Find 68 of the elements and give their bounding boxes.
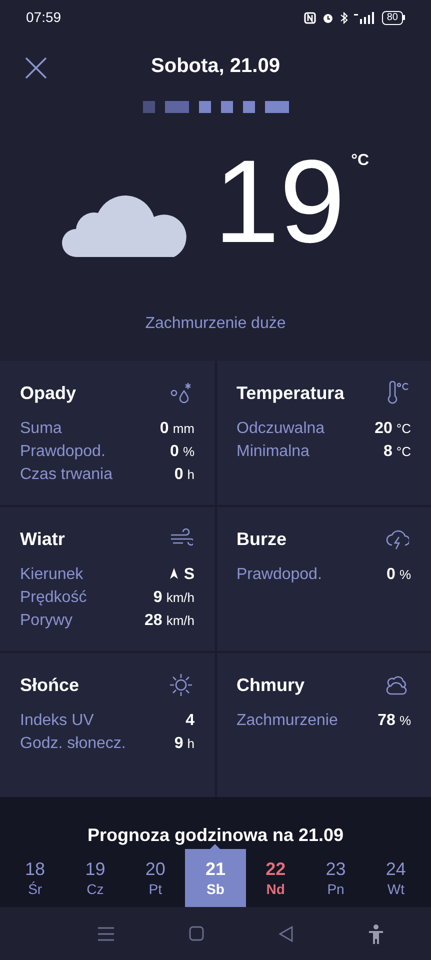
hourly-title: Prognoza godzinowa na 21.09 — [87, 825, 344, 846]
stat-value: 9 — [153, 588, 162, 608]
stat-unit: % — [399, 566, 411, 584]
stat-label: Minimalna — [236, 442, 310, 462]
day-tab[interactable]: 23 Pn — [306, 849, 366, 908]
panel-title: Temperatura — [236, 382, 344, 405]
stat-unit: °C — [396, 443, 411, 462]
stat-value: 8 — [384, 442, 392, 462]
stat-unit: h — [187, 735, 194, 754]
panel-title: Słońce — [20, 674, 80, 697]
day-tab[interactable]: 22 Nd — [246, 849, 306, 908]
stat-value: 0 — [170, 442, 179, 462]
stat-value: 28 — [144, 611, 162, 632]
stat-label: Kierunek — [20, 565, 84, 586]
clouds-icon — [385, 673, 409, 698]
panel-title: Wiatr — [20, 528, 65, 551]
tab-pointer-icon — [210, 844, 220, 850]
stat-value: 0 — [386, 565, 396, 586]
stat-unit: km/h — [166, 612, 194, 630]
back-icon[interactable] — [278, 926, 292, 942]
precipitation-icon — [168, 381, 192, 406]
accessibility-icon[interactable] — [368, 924, 384, 944]
stat-value: 4 — [186, 711, 194, 732]
temperature-value: 19 — [214, 137, 346, 268]
thermometer-icon — [385, 381, 409, 406]
stat-value: 20 — [374, 419, 392, 440]
stat-label: Odczuwalna — [236, 419, 325, 440]
close-icon[interactable] — [25, 56, 47, 79]
stat-unit: km/h — [166, 589, 194, 608]
home-icon[interactable] — [188, 926, 204, 942]
panel-title: Chmury — [236, 674, 305, 697]
alarm-icon — [322, 12, 334, 24]
stat-unit: % — [182, 443, 194, 462]
stat-unit: % — [399, 712, 411, 730]
day-tab[interactable]: 18 Śr — [5, 849, 66, 908]
menu-icon[interactable] — [98, 926, 114, 941]
temperature-unit: °C — [351, 151, 370, 172]
stat-value: 9 — [174, 734, 184, 754]
stat-label: Prędkość — [20, 588, 87, 608]
signal-icon — [354, 12, 376, 24]
stat-label: Prawdopod. — [20, 442, 106, 462]
sun-icon — [168, 673, 192, 698]
panel-title: Burze — [236, 528, 287, 551]
stat-label: Czas trwania — [20, 465, 112, 486]
stat-unit: h — [187, 466, 194, 484]
stat-label: Godz. słonecz. — [20, 734, 126, 754]
day-tab[interactable]: 24 Wt — [366, 849, 426, 908]
stat-label: Porywy — [20, 611, 72, 632]
stat-label: Indeks UV — [20, 711, 94, 732]
battery-icon: 80 — [382, 10, 405, 25]
date-title: Sobota, 21.09 — [151, 54, 280, 80]
stat-unit: °C — [396, 420, 411, 438]
condition-text: Zachmurzenie duże — [145, 314, 286, 334]
bluetooth-icon — [340, 12, 348, 24]
stat-label: Suma — [20, 419, 62, 440]
day-tab[interactable]: 19 Cz — [65, 849, 126, 908]
panel-title: Opady — [20, 382, 76, 405]
stat-value: 0 — [160, 419, 169, 440]
status-time: 07:59 — [26, 8, 62, 28]
stat-value: S — [184, 565, 194, 586]
stat-value: 0 — [174, 465, 184, 486]
nfc-icon — [304, 12, 316, 24]
day-tab[interactable]: 20 Pt — [125, 849, 186, 908]
stat-unit: mm — [172, 420, 194, 438]
stat-label: Prawdopod. — [236, 565, 322, 586]
stat-label: Zachmurzenie — [236, 711, 338, 732]
stat-value: 78 — [378, 711, 396, 732]
wind-arrow-icon — [170, 568, 178, 580]
